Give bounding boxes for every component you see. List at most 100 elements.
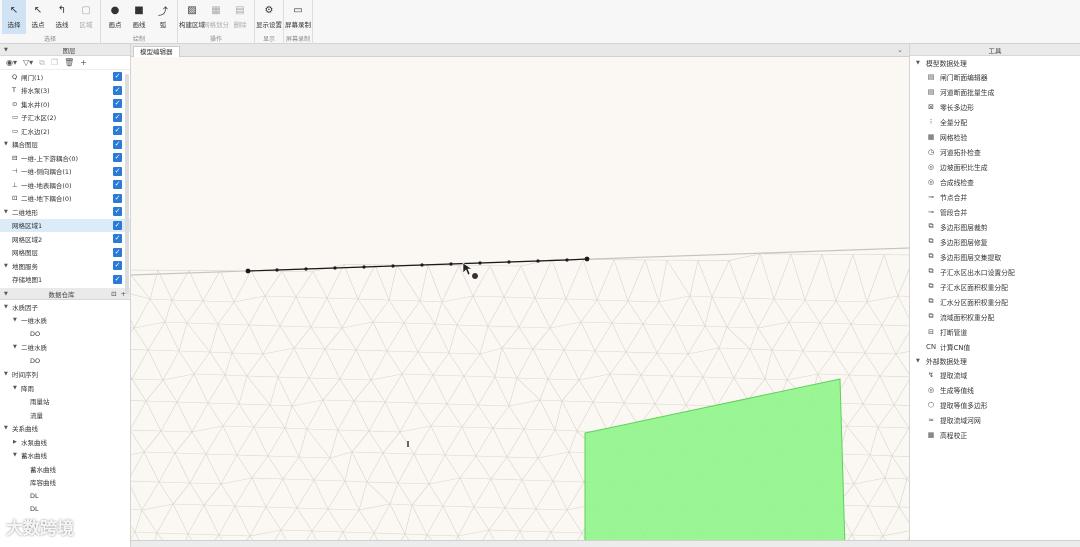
polyline-vertex[interactable] — [507, 260, 511, 264]
map-canvas[interactable] — [131, 57, 909, 547]
tool-item[interactable]: ⧉ 多边形图层修复 — [910, 234, 1080, 249]
collapse-icon[interactable]: ▼ — [4, 47, 12, 53]
toolbar-button[interactable]: ↖ 选择 — [2, 0, 26, 34]
layer-item[interactable]: ▼ 二维地形 ✓ — [0, 205, 130, 219]
toolbar-button[interactable]: ▤ 删除 — [228, 0, 252, 34]
layer-item[interactable]: ⊡ 二维-地下耦合(0) ✓ — [0, 192, 130, 206]
data-tree-item[interactable]: DO — [0, 327, 130, 341]
green-region-polygon[interactable] — [584, 378, 846, 547]
polyline-vertex[interactable] — [584, 256, 590, 262]
layer-visibility-checkbox[interactable]: ✓ — [113, 99, 122, 109]
data-tree-item[interactable]: ▼ 水质因子 — [0, 300, 130, 314]
tool-item[interactable]: ⊸ 管段合并 — [910, 204, 1080, 219]
data-tree-item[interactable]: ▼ 降雨 — [0, 381, 130, 395]
caret-icon[interactable]: ▼ — [13, 385, 21, 391]
tool-item[interactable]: ⁝ 全量分配 — [910, 114, 1080, 129]
polyline-vertex[interactable] — [478, 261, 482, 265]
polyline-vertex[interactable] — [245, 268, 251, 274]
layer-visibility-checkbox[interactable]: ✓ — [113, 247, 122, 257]
tool-item[interactable]: ↯ 提取流域 — [910, 367, 1080, 382]
polyline-vertex[interactable] — [391, 264, 395, 268]
data-tree-item[interactable]: 流量 — [0, 408, 130, 422]
toolbar-button[interactable]: ● 画点 — [103, 0, 127, 34]
tool-item[interactable]: ◎ 生成等值线 — [910, 382, 1080, 397]
layer-visibility-checkbox[interactable]: ✓ — [113, 72, 122, 82]
tool-item[interactable]: ▦ 网格检验 — [910, 129, 1080, 144]
layer-item[interactable]: 存储地图1 ✓ — [0, 273, 130, 287]
tool-item[interactable]: ⊟ 打断管道 — [910, 324, 1080, 339]
toolbar-button[interactable]: ↰ 选线 — [50, 0, 74, 34]
trash-icon[interactable]: 🗑 — [64, 58, 74, 67]
layer-item[interactable]: ▼ 地图服务 ✓ — [0, 259, 130, 273]
layer-visibility-checkbox[interactable]: ✓ — [113, 234, 122, 244]
layer-item[interactable]: Q 闸门(1) ✓ — [0, 70, 130, 84]
tool-item[interactable]: CN 计算CN值 — [910, 339, 1080, 354]
mesh-view[interactable] — [131, 57, 909, 547]
tool-item[interactable]: ⧉ 子汇水区面积权重分配 — [910, 279, 1080, 294]
layer-item[interactable]: 网格图层 ✓ — [0, 246, 130, 260]
layer-visibility-checkbox[interactable]: ✓ — [113, 193, 122, 203]
layer-item[interactable]: ▼ 耦合图层 ✓ — [0, 138, 130, 152]
layer-visibility-checkbox[interactable]: ✓ — [113, 207, 122, 217]
caret-icon[interactable]: ▶ — [13, 439, 21, 445]
tool-item[interactable]: ⧉ 子汇水区出水口设置分配 — [910, 264, 1080, 279]
data-tree-item[interactable]: ▶ 水泵曲线 — [0, 435, 130, 449]
layer-item[interactable]: 网格区域1 ✓ — [0, 218, 130, 232]
toolbar-button[interactable]: ↖ 选点 — [26, 0, 50, 34]
tool-item[interactable]: ≈ 提取流域河网 — [910, 412, 1080, 427]
data-tree-item[interactable]: 库容曲线 — [0, 476, 130, 490]
section-model-data[interactable]: ▼ 模型数据处理 — [910, 56, 1080, 69]
layer-item[interactable]: ▭ 汇水边(2) ✓ — [0, 124, 130, 138]
data-tree-item[interactable]: DO — [0, 354, 130, 368]
caret-icon[interactable]: ▼ — [4, 304, 12, 310]
caret-icon[interactable]: ▼ — [4, 371, 12, 377]
layer-visibility-checkbox[interactable]: ✓ — [113, 180, 122, 190]
polyline-vertex[interactable] — [449, 262, 453, 266]
data-tree-item[interactable]: DL — [0, 489, 130, 503]
polyline-vertex[interactable] — [420, 263, 424, 267]
filter-icon[interactable]: ▽▾ — [23, 58, 33, 67]
layer-item[interactable]: ▭ 子汇水区(2) ✓ — [0, 111, 130, 125]
collapse-icon[interactable]: ▼ — [4, 291, 12, 297]
layer-visibility-checkbox[interactable]: ✓ — [113, 85, 122, 95]
layer-visibility-checkbox[interactable]: ✓ — [113, 112, 122, 122]
eye-icon[interactable]: ◉▾ — [6, 58, 17, 67]
layer-visibility-checkbox[interactable]: ✓ — [113, 139, 122, 149]
tool-item[interactable]: ◷ 河道拓扑检查 — [910, 144, 1080, 159]
polyline-vertex[interactable] — [536, 259, 540, 263]
tool-item[interactable]: ◎ 边坡面积比生成 — [910, 159, 1080, 174]
polyline-vertex[interactable] — [565, 258, 569, 262]
tool-item[interactable]: ⧉ 多边形图层交集提取 — [910, 249, 1080, 264]
tab-model-editor[interactable]: 模型编辑器 — [133, 46, 180, 57]
toolbar-button[interactable]: ⤴ 弧 — [151, 0, 175, 34]
layer-visibility-checkbox[interactable]: ✓ — [113, 261, 122, 271]
data-tree-item[interactable]: 雨量站 — [0, 395, 130, 409]
layer-item[interactable]: ⊟ 一维-上下游耦合(0) ✓ — [0, 151, 130, 165]
layer-item[interactable]: 网格区域2 ✓ — [0, 232, 130, 246]
toolbar-button[interactable]: ▦ 网格划分 — [203, 0, 229, 34]
scrollbar[interactable] — [125, 74, 129, 294]
layer-visibility-checkbox[interactable]: ✓ — [113, 166, 122, 176]
caret-down-icon[interactable]: ▼ — [4, 263, 12, 269]
toolbar-button[interactable]: ■ 画线 — [127, 0, 151, 34]
data-tree-item[interactable]: 蓄水曲线 — [0, 462, 130, 476]
polyline-vertex[interactable] — [362, 265, 366, 269]
data-tree-item[interactable]: ▼ 蓄水曲线 — [0, 449, 130, 463]
layer-item[interactable]: ⊙ 集水井(0) ✓ — [0, 97, 130, 111]
tool-item[interactable]: ⊠ 零长多边形 — [910, 99, 1080, 114]
drawn-polyline[interactable] — [247, 258, 588, 272]
tool-item[interactable]: ⬡ 提取等值多边形 — [910, 397, 1080, 412]
polyline-vertex[interactable] — [333, 266, 337, 270]
tool-item[interactable]: ▤ 闸门断面编辑器 — [910, 69, 1080, 84]
add-icon[interactable]: + — [80, 58, 87, 67]
layer-visibility-checkbox[interactable]: ✓ — [113, 220, 122, 230]
layer-visibility-checkbox[interactable]: ✓ — [113, 126, 122, 136]
refresh-icon[interactable]: ⊡ — [111, 290, 116, 298]
duplicate-icon[interactable]: ⧉ — [39, 58, 45, 68]
layer-visibility-checkbox[interactable]: ✓ — [113, 274, 122, 284]
caret-icon[interactable]: ▼ — [13, 452, 21, 458]
polyline-vertex[interactable] — [275, 268, 279, 272]
data-tree-item[interactable]: ▼ 关系曲线 — [0, 422, 130, 436]
tool-item[interactable]: ⊸ 节点合并 — [910, 189, 1080, 204]
caret-icon[interactable]: ▼ — [4, 425, 12, 431]
